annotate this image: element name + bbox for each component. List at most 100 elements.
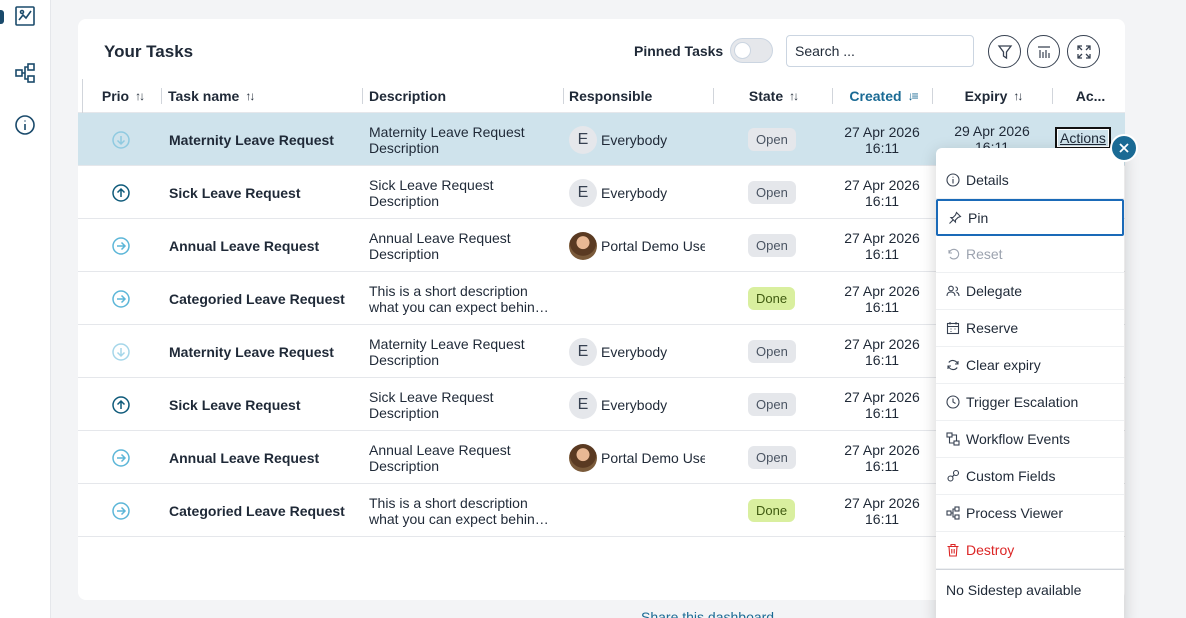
info-icon [946,173,960,187]
column-task-name-label: Task name [168,88,240,104]
state-cell: Done [748,272,796,325]
process-tree-icon[interactable] [14,62,36,84]
status-badge: Open [748,234,796,257]
column-created[interactable]: Created ↓≡ [833,79,933,113]
state-cell: Open [748,219,796,272]
close-icon [1119,143,1129,153]
menu-item-reserve[interactable]: Reserve [936,310,1124,347]
responsible-cell: Portal Demo User [569,431,705,484]
avatar: E [569,178,597,207]
state-cell: Open [748,431,796,484]
responsible-name: Portal Demo User [601,449,705,466]
column-expiry[interactable]: Expiry ↑↓ [933,79,1053,113]
description-line2: Description [369,139,440,156]
close-menu-button[interactable] [1110,134,1138,162]
task-description: Maternity Leave Request Description [369,113,559,166]
description-line2: Description [369,192,440,209]
status-badge: Open [748,181,796,204]
menu-item-destroy[interactable]: Destroy [936,532,1124,569]
sort-icon: ↑↓ [245,89,255,103]
description-line1: This is a short description [369,494,528,511]
column-config-button[interactable] [1027,35,1060,68]
created-time: 16:11 [865,404,899,421]
task-description: This is a short description what you can … [369,484,559,537]
column-task-name[interactable]: Task name ↑↓ [168,79,363,113]
task-description: Annual Leave Request Description [369,219,559,272]
dashboard-chart-icon[interactable] [14,5,36,27]
task-name: Maternity Leave Request [169,131,334,148]
created-time: 16:11 [865,139,899,156]
menu-item-trigger-escalation[interactable]: Trigger Escalation [936,384,1124,421]
menu-item-label: Pin [968,209,989,226]
avatar: E [569,337,597,366]
sort-icon: ↑↓ [135,89,145,103]
priority-high-icon [112,166,132,219]
created-day: 27 Apr 2026 [844,123,920,140]
users-icon [946,285,960,297]
filter-icon [997,44,1012,59]
sidebar-active-marker [0,10,4,24]
expand-icon [1076,44,1091,59]
menu-item-pin[interactable]: Pin [936,199,1124,236]
column-created-label: Created [849,88,902,104]
task-name: Annual Leave Request [169,449,320,466]
trash-icon [947,543,959,557]
menu-item-workflow-events[interactable]: Workflow Events [936,421,1124,458]
sort-icon: ↑↓ [789,89,799,103]
description-line2: Description [369,351,440,368]
actions-button[interactable]: Actions [1055,127,1111,149]
description-line1: Maternity Leave Request [369,123,525,140]
created-cell: 27 Apr 2026 16:11 [832,166,932,219]
priority-low-icon [112,325,132,378]
responsible-cell: E Everybody [569,113,705,166]
pin-icon [949,211,962,224]
toggle-knob [734,42,751,59]
menu-item-label: Custom Fields [966,468,1056,484]
menu-item-details[interactable]: Details [936,162,1124,199]
avatar: E [569,125,597,154]
priority-normal-icon [112,272,132,325]
task-name: Categoried Leave Request [169,290,345,307]
pinned-tasks-toggle[interactable] [730,38,773,63]
menu-item-process-viewer[interactable]: Process Viewer [936,495,1124,532]
sort-icon: ↑↓ [1013,89,1023,103]
menu-item-custom-fields[interactable]: Custom Fields [936,458,1124,495]
created-time: 16:11 [865,298,899,315]
column-responsible[interactable]: Responsible [569,79,714,113]
menu-item-label: Delegate [966,283,1023,299]
created-time: 16:11 [865,351,899,368]
info-icon[interactable] [14,114,36,136]
menu-item-label: Process Viewer [966,505,1064,521]
column-actions-label: Ac... [1075,88,1106,104]
column-description[interactable]: Description [369,79,564,113]
responsible-cell: E Everybody [569,378,705,431]
task-description: Sick Leave Request Description [369,378,559,431]
created-time: 16:11 [865,457,899,474]
refresh-icon [947,359,959,371]
status-badge: Open [748,340,796,363]
description-line2: what you can expect behin… [369,298,549,315]
menu-item-label: Reset [966,246,1003,262]
expand-button[interactable] [1067,35,1100,68]
created-cell: 27 Apr 2026 16:11 [832,378,932,431]
column-state[interactable]: State ↑↓ [713,79,833,113]
responsible-cell: Portal Demo User [569,219,705,272]
column-prio[interactable]: Prio ↑↓ [82,79,162,113]
description-line1: This is a short description [369,282,528,299]
menu-item-clear-expiry[interactable]: Clear expiry [936,347,1124,384]
task-name: Annual Leave Request [169,237,320,254]
column-actions: Ac... [1058,79,1123,113]
responsible-name: Everybody [601,131,668,148]
widget-title: Your Tasks [104,42,194,61]
column-prio-label: Prio [101,88,130,104]
filter-button[interactable] [988,35,1021,68]
share-dashboard-link[interactable]: Share this dashboard [641,609,774,618]
state-cell: Open [748,113,796,166]
description-line1: Annual Leave Request [369,229,511,246]
actions-menu: Details Pin Reset Delegate Reserve Clear expi… [936,148,1124,618]
avatar [569,231,597,260]
search-input[interactable] [786,35,974,67]
menu-item-label: Reserve [966,320,1019,336]
menu-item-delegate[interactable]: Delegate [936,273,1124,310]
priority-normal-icon [112,484,132,537]
